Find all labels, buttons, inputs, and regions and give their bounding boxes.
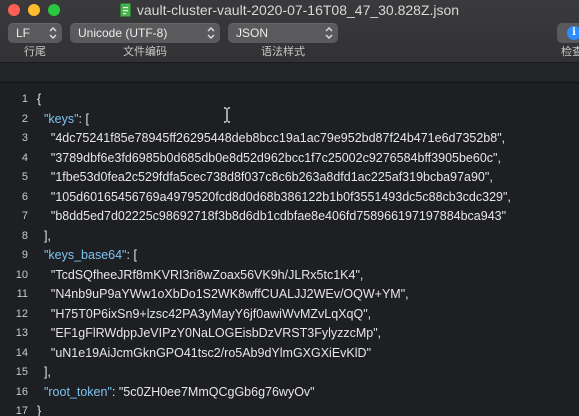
code-line: 7 "b8dd5ed7d02225c98692718f3b8d6db1cdbfa… (0, 206, 579, 226)
editor-window: vault-cluster-vault-2020-07-16T08_47_30.… (0, 0, 579, 416)
code-text: "N4nb9uP9aYWw1oXbDo1S2WK8wffCUALJJ2WEv/O… (37, 287, 409, 301)
code-text: "root_token": "5c0ZH0ee7MmQCgGb6g76wyOv" (43, 384, 315, 399)
code-text: "keys": [ (43, 111, 89, 126)
code-text: "1fbe53d0fea2c529fdfa5cec738d8f037c8c6b2… (37, 170, 493, 184)
encoding-select[interactable]: Unicode (UTF-8) (70, 23, 220, 43)
line-number: 15 (15, 366, 28, 378)
document-icon (119, 3, 131, 17)
line-number: 3 (21, 132, 28, 144)
line-number: 8 (21, 229, 28, 242)
syntax-value: JSON (236, 26, 269, 40)
window-title: vault-cluster-vault-2020-07-16T08_47_30.… (136, 2, 460, 18)
code-line: 9 "keys_base64": [ (0, 245, 579, 265)
code-line: 15 ], (0, 362, 579, 382)
code-line: 6 "105d60165456769a4979520fcd8d0d68b3861… (0, 187, 579, 207)
code-line: 16 "root_token": "5c0ZH0ee7MmQCgGb6g76wy… (0, 382, 579, 402)
chevron-updown-icon (206, 26, 216, 40)
line-number: 4 (21, 151, 28, 164)
code-text: "uN1e19AiJcmGknGPO41tsc2/ro5Ab9dYlmGXGXi… (37, 345, 372, 360)
line-number: 14 (15, 346, 28, 359)
line-number: 7 (21, 210, 28, 222)
code-text: "b8dd5ed7d02225c98692718f3b8d6db1cdbfae8… (37, 209, 507, 223)
code-text: "105d60165456769a4979520fcd8d0d68b386122… (37, 189, 511, 204)
code-line: 14 "uN1e19AiJcmGknGPO41tsc2/ro5Ab9dYlmGX… (0, 343, 579, 363)
line-number: 9 (21, 249, 28, 261)
code-line: 3 "4dc75241f85e78945ff26295448deb8bcc19a… (0, 128, 579, 148)
line-number: 17 (15, 405, 28, 416)
code-text: "EF1gFlRWdppJeVIPzY0NaLOGEisbDzVRST3Fyly… (37, 326, 382, 340)
code-line: 13 "EF1gFlRWdppJeVIPzY0NaLOGEisbDzVRST3F… (0, 323, 579, 343)
vertical-scrollbar[interactable] (574, 83, 579, 416)
inspector-button[interactable]: i (557, 23, 579, 43)
code-text: } (37, 404, 42, 416)
encoding-label: 文件编码 (123, 46, 167, 58)
code-line: 8 ], (0, 226, 579, 246)
code-line: 11 "N4nb9uP9aYWw1oXbDo1S2WK8wffCUALJJ2WE… (0, 284, 579, 304)
editor-ruler (0, 63, 579, 83)
line-ending-value: LF (16, 26, 31, 40)
code-text: ], (37, 228, 51, 243)
line-number: 6 (21, 190, 28, 203)
syntax-label: 语法样式 (261, 46, 305, 58)
line-number: 11 (16, 288, 28, 300)
line-number: 5 (21, 171, 28, 183)
encoding-value: Unicode (UTF-8) (78, 26, 168, 40)
code-line: 2 "keys": [ (0, 109, 579, 129)
syntax-select[interactable]: JSON (228, 23, 338, 43)
code-text: "4dc75241f85e78945ff26295448deb8bcc19a1a… (37, 131, 506, 145)
chevron-updown-icon (48, 26, 58, 40)
code-line: 4 "3789dbf6e3fd6985b0d685db0e8d52d962bcc… (0, 148, 579, 168)
line-number: 12 (15, 307, 28, 320)
window-title-bar: vault-cluster-vault-2020-07-16T08_47_30.… (0, 1, 579, 19)
title-toolbar: vault-cluster-vault-2020-07-16T08_47_30.… (0, 0, 579, 63)
code-line: 17} (0, 401, 579, 416)
line-ending-label: 行尾 (24, 46, 46, 58)
code-line: 12 "H75T0P6ixSn9+lzsc42PA3yMayY6jf0awiWv… (0, 304, 579, 324)
line-number: 1 (21, 93, 28, 105)
code-editor[interactable]: 1{2 "keys": [3 "4dc75241f85e78945ff26295… (0, 83, 579, 416)
code-text: "TcdSQfheeJRf8mKVRI3ri8wZoax56VK9h/JLRx5… (37, 267, 364, 282)
line-number: 2 (21, 112, 28, 125)
code-line: 5 "1fbe53d0fea2c529fdfa5cec738d8f037c8c6… (0, 167, 579, 187)
chevron-updown-icon (324, 26, 334, 40)
line-number: 13 (15, 327, 28, 339)
code-text: "3789dbf6e3fd6985b0d685db0e8d52d962bcc1f… (37, 150, 501, 165)
code-text: "keys_base64": [ (43, 248, 137, 262)
code-text: ], (37, 365, 51, 379)
line-number: 16 (15, 385, 28, 398)
code-line: 10 "TcdSQfheeJRf8mKVRI3ri8wZoax56VK9h/JL… (0, 265, 579, 285)
code-line: 1{ (0, 89, 579, 109)
info-icon: i (567, 26, 579, 40)
line-number: 10 (15, 268, 28, 281)
code-text: "H75T0P6ixSn9+lzsc42PA3yMayY6jf0awiWvMZv… (37, 306, 372, 321)
text-cursor-icon (222, 107, 232, 123)
line-ending-select[interactable]: LF (8, 23, 62, 43)
code-text: { (37, 92, 42, 106)
inspector-label: 检查 (561, 46, 579, 58)
